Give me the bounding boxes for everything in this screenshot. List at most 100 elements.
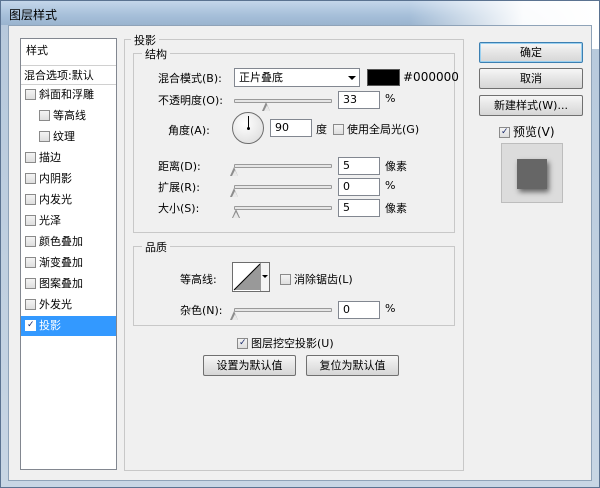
blend-options-item[interactable]: 混合选项:默认 [21,65,116,85]
layer-style-dialog: 图层样式 样式 混合选项:默认 斜面和浮雕等高线纹理描边内阴影内发光 光泽 颜色叠加… [0,0,600,488]
checkbox-icon[interactable] [25,320,36,331]
spread-slider-thumb[interactable] [230,188,239,198]
checkbox-icon[interactable] [25,278,36,289]
preview-label: 预览(V) [513,125,555,139]
checkbox-icon[interactable] [25,299,36,310]
checkbox-icon[interactable] [25,236,36,247]
distance-slider-thumb[interactable] [230,167,239,177]
spread-label: 扩展(R): [158,181,200,194]
style-list-item[interactable]: 纹理 [21,127,116,147]
distance-slider-track[interactable] [234,164,332,168]
knockout-check-icon [237,338,248,349]
drop-shadow-panel: 投影 结构 混合模式(B): 正片叠底 #000000 不透明度(O): 33 … [124,32,464,471]
style-list-item[interactable]: 颜色叠加 [21,232,116,252]
make-default-button[interactable]: 设置为默认值 [203,355,296,376]
style-list-item-label: 内阴影 [39,172,72,185]
style-list-item[interactable]: 等高线 [21,106,116,126]
opacity-input[interactable]: 33 [338,91,380,109]
reset-default-button[interactable]: 复位为默认值 [306,355,399,376]
checkbox-icon[interactable] [25,152,36,163]
blend-mode-value: 正片叠底 [239,71,283,84]
blend-mode-label: 混合模式(B): [158,72,222,85]
style-list-item[interactable]: 图案叠加 [21,274,116,294]
style-list-item[interactable]: 斜面和浮雕 [21,85,116,105]
preview-square [517,159,547,189]
style-list-item-label: 等高线 [53,109,86,122]
opacity-slider-track[interactable] [234,99,332,103]
distance-unit: 像素 [385,160,407,173]
style-list-item[interactable]: 投影 [21,316,116,336]
angle-dial[interactable] [232,112,264,144]
checkbox-icon[interactable] [39,110,50,121]
style-list-item[interactable]: 渐变叠加 [21,253,116,273]
shadow-color-swatch[interactable] [367,69,400,86]
style-list-item[interactable]: 内发光 [21,190,116,210]
checkbox-icon[interactable] [25,194,36,205]
distance-input[interactable]: 5 [338,157,380,175]
size-slider-track[interactable] [234,206,332,210]
quality-group: 品质 等高线: 消除锯齿(L) 杂色(N): 0 % [133,239,455,326]
size-input[interactable]: 5 [338,199,380,217]
preview-checkbox[interactable]: 预览(V) [499,123,555,140]
contour-label: 等高线: [180,273,217,286]
checkbox-icon[interactable] [25,173,36,184]
style-list-item-label: 渐变叠加 [39,256,83,269]
angle-label: 角度(A): [168,124,210,137]
contour-picker[interactable] [232,262,270,292]
anti-alias-label: 消除锯齿(L) [294,273,353,286]
checkbox-icon[interactable] [25,257,36,268]
opacity-slider-thumb[interactable] [262,102,271,112]
preview-check-icon [499,127,510,138]
structure-title: 结构 [142,46,170,62]
noise-input[interactable]: 0 [338,301,380,319]
style-list-item-label: 纹理 [53,130,75,143]
noise-slider-track[interactable] [234,308,332,312]
noise-unit: % [385,302,396,315]
noise-slider-thumb[interactable] [230,311,239,321]
shadow-preview [501,143,563,203]
style-list-header[interactable]: 样式 [21,41,116,61]
style-list-item[interactable]: 外发光 [21,295,116,315]
style-list-item-label: 斜面和浮雕 [39,88,94,101]
angle-input[interactable]: 90 [270,119,312,137]
contour-dropdown-button[interactable] [260,263,269,291]
style-list-item-label: 图案叠加 [39,277,83,290]
shadow-color-hex: #000000 [403,70,459,84]
noise-label: 杂色(N): [180,304,223,317]
dialog-body: 样式 混合选项:默认 斜面和浮雕等高线纹理描边内阴影内发光 光泽 颜色叠加渐变叠加图… [8,25,592,481]
spread-input[interactable]: 0 [338,178,380,196]
global-light-label: 使用全局光(G) [347,123,420,136]
title-bar[interactable]: 图层样式 [1,1,599,49]
contour-curve-icon [233,263,261,291]
structure-group: 结构 混合模式(B): 正片叠底 #000000 不透明度(O): 33 % 角… [133,46,459,233]
global-light-checkbox[interactable]: 使用全局光(G) [333,121,419,137]
anti-alias-checkbox[interactable]: 消除锯齿(L) [280,271,353,287]
window-title: 图层样式 [9,8,58,22]
style-list-item-label: 描边 [39,151,61,164]
size-unit: 像素 [385,202,407,215]
anti-alias-check-icon [280,274,291,285]
knockout-label: 图层挖空投影(U) [251,337,334,350]
spread-slider-track[interactable] [234,185,332,189]
opacity-label: 不透明度(O): [158,94,223,107]
new-style-button[interactable]: 新建样式(W)... [479,95,583,116]
distance-label: 距离(D): [158,160,201,173]
style-list-item-label: 外发光 [39,298,72,311]
checkbox-icon[interactable] [25,89,36,100]
opacity-unit: % [385,92,396,105]
style-list-item[interactable]: 光泽 [21,211,116,231]
checkbox-icon[interactable] [39,131,50,142]
size-slider-thumb[interactable] [231,209,241,219]
cancel-button[interactable]: 取消 [479,68,583,89]
style-list-item[interactable]: 描边 [21,148,116,168]
blend-mode-select[interactable]: 正片叠底 [234,68,360,87]
size-label: 大小(S): [158,202,200,215]
style-list: 样式 混合选项:默认 斜面和浮雕等高线纹理描边内阴影内发光 光泽 颜色叠加渐变叠加图… [20,38,117,470]
checkbox-icon[interactable] [25,215,36,226]
style-list-item[interactable]: 内阴影 [21,169,116,189]
spread-unit: % [385,179,396,192]
ok-button[interactable]: 确定 [479,42,583,63]
knockout-checkbox[interactable]: 图层挖空投影(U) [237,335,334,351]
global-light-check-icon [333,124,344,135]
chevron-down-icon [348,76,356,80]
